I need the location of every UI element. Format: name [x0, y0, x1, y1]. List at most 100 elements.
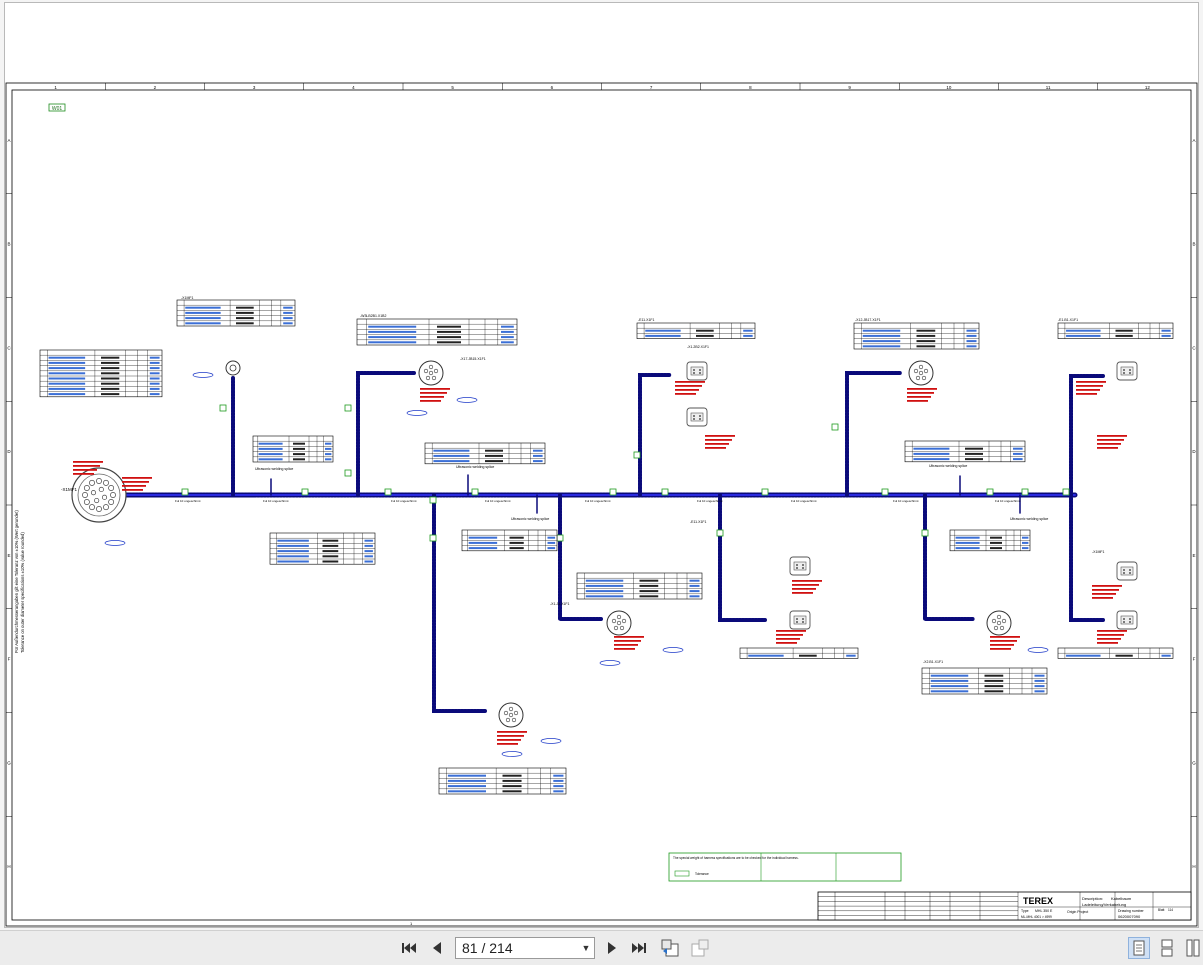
- row-letter: B: [1192, 242, 1195, 247]
- red-note-line: [1097, 642, 1118, 644]
- red-note-line: [1097, 630, 1127, 632]
- connector-pin: [616, 620, 622, 626]
- continuous-view-button[interactable]: [1156, 937, 1178, 959]
- connector-label: -X1.J4.X1F1: [550, 602, 570, 606]
- table-cell-text: [277, 555, 309, 558]
- table-cell-text: [101, 382, 120, 385]
- table-cell-text: [368, 325, 417, 328]
- green-marker: [181, 488, 189, 496]
- table-cell-text: [930, 679, 969, 682]
- table-cell-text: [101, 387, 120, 390]
- red-note-line: [675, 385, 702, 387]
- table-cell-text: [236, 311, 254, 314]
- wire-table: [356, 318, 518, 346]
- table-cell-text: [547, 541, 556, 544]
- green-marker: [661, 488, 669, 496]
- red-note-line: [420, 400, 441, 402]
- table-cell-text: [1034, 674, 1045, 677]
- red-note-line: [776, 634, 803, 636]
- table-cell-text: [437, 325, 461, 328]
- table-cell-text: [322, 539, 339, 542]
- red-note-line: [990, 648, 1011, 650]
- connector-pin: [110, 492, 116, 498]
- red-note-line: [776, 642, 797, 644]
- table-cell-text: [547, 547, 556, 550]
- red-note-line: [675, 389, 699, 391]
- table-cell-text: [1022, 547, 1029, 550]
- reference-bubble: [456, 397, 478, 403]
- table-cell-text: [293, 442, 305, 445]
- table-cell-text: [862, 345, 901, 348]
- red-note-line: [73, 469, 97, 471]
- drawing-number-label: Drawing number: [1118, 909, 1145, 913]
- connector-pin: [996, 620, 1002, 626]
- connector-pin: [94, 497, 100, 504]
- green-marker: [301, 488, 309, 496]
- table-cell-text: [696, 329, 714, 332]
- wire-table: [1057, 322, 1174, 339]
- red-note-line: [1092, 589, 1119, 591]
- red-note-line: [497, 731, 527, 733]
- chevron-down-icon: ▼: [581, 943, 591, 953]
- red-note-line: [122, 477, 152, 479]
- connector-pin: [802, 567, 804, 569]
- table-cell-text: [984, 685, 1004, 688]
- table-cell-text: [916, 334, 936, 337]
- red-note-line: [776, 638, 800, 640]
- table-cell-text: [322, 560, 339, 563]
- go-back-view-button[interactable]: [659, 938, 681, 958]
- row-letter: H: [1192, 864, 1195, 869]
- table-cell-text: [1034, 679, 1045, 682]
- connector-pin: [993, 625, 999, 631]
- table-cell-text: [258, 458, 283, 461]
- table-cell-text: [433, 449, 470, 452]
- table-cell-text: [955, 536, 980, 539]
- table-cell-text: [283, 306, 293, 309]
- table-cell-text: [293, 447, 305, 450]
- previous-page-button[interactable]: [426, 938, 448, 958]
- table-cell-text: [1115, 334, 1133, 337]
- splice-label: Ultrasonic welding splice: [456, 465, 494, 469]
- go-forward-view-button[interactable]: [689, 938, 711, 958]
- brand-logo-text: TEREX: [1023, 896, 1053, 906]
- last-page-icon: [632, 943, 646, 953]
- connector-pin: [82, 492, 88, 498]
- table-cell-text: [101, 361, 120, 364]
- connector-pin: [103, 504, 109, 511]
- table-cell-text: [48, 393, 86, 396]
- first-page-button[interactable]: [398, 938, 420, 958]
- connector-face: [690, 412, 704, 422]
- wire-table: [176, 299, 296, 327]
- red-note-line: [792, 592, 813, 594]
- table-cell-text: [930, 690, 969, 693]
- connector-pin: [90, 490, 97, 496]
- green-marker: [716, 529, 724, 537]
- table-cell-text: [862, 334, 901, 337]
- table-cell-text: [485, 449, 503, 452]
- back-view-icon: [661, 939, 679, 957]
- connector-label: -E11.X1F1: [638, 318, 655, 322]
- wire-table: [424, 442, 546, 465]
- single-page-view-button[interactable]: [1128, 937, 1150, 959]
- round-connector: [418, 360, 444, 386]
- green-marker: [471, 488, 479, 496]
- machine-ref: ML-MHL 4001 > 4999: [1021, 915, 1052, 919]
- green-marker: [986, 488, 994, 496]
- table-cell-text: [1115, 329, 1133, 332]
- table-cell-text: [585, 595, 624, 598]
- red-note-line: [1076, 393, 1097, 395]
- facing-page-icon: [1186, 939, 1200, 957]
- red-note-line: [1097, 439, 1124, 441]
- table-cell-text: [990, 536, 1002, 539]
- connector-pin: [1123, 372, 1125, 374]
- table-cell-text: [368, 341, 417, 344]
- connector-pin: [693, 418, 695, 420]
- facing-view-button[interactable]: [1182, 937, 1203, 959]
- next-page-button[interactable]: [601, 938, 623, 958]
- table-cell-text: [916, 345, 936, 348]
- last-page-button[interactable]: [628, 938, 650, 958]
- page-number-select[interactable]: 81 / 214 ▼: [455, 937, 595, 959]
- table-cell-text: [553, 774, 564, 777]
- connector-pin: [918, 370, 924, 376]
- drawing-number-value: 0620007090: [1118, 914, 1141, 919]
